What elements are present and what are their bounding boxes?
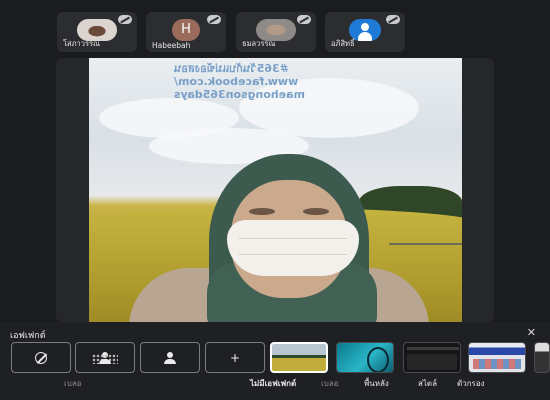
effect-category-label[interactable]: พื้นหลัง bbox=[364, 377, 389, 390]
mic-muted-icon bbox=[297, 15, 311, 24]
mic-muted-icon bbox=[118, 15, 132, 24]
effect-category-label[interactable]: สไตล์ bbox=[418, 377, 437, 390]
effect-thumb-none[interactable] bbox=[270, 342, 328, 373]
effect-category-label[interactable]: เบลอ bbox=[64, 377, 82, 390]
effects-title: เอฟเฟกต์ bbox=[10, 331, 46, 341]
blur-background-button[interactable] bbox=[75, 342, 135, 373]
participant-tile[interactable]: อภิสิทธิ์ bbox=[325, 12, 405, 52]
effect-thumb-more[interactable] bbox=[534, 342, 550, 373]
self-view-panel: #365วันกับแม่ฆ้องสอน www.facebook.com/ m… bbox=[56, 58, 494, 322]
watermark-line: www.facebook.com/ bbox=[174, 75, 299, 88]
no-effect-icon bbox=[35, 351, 47, 364]
person-eyebrow bbox=[303, 208, 329, 215]
effect-category-label[interactable]: เบลอ bbox=[321, 377, 339, 390]
mask-fold bbox=[239, 254, 347, 255]
mic-muted-icon bbox=[207, 15, 221, 24]
effect-thumb-background[interactable] bbox=[336, 342, 394, 373]
blur-person-icon bbox=[163, 351, 177, 364]
participant-name: โสภาวรรณ bbox=[63, 39, 100, 48]
participant-tile[interactable]: ธมลวรรณ bbox=[236, 12, 316, 52]
effect-thumb-filter[interactable] bbox=[468, 342, 526, 373]
effect-category-label[interactable]: ตัวกรอง bbox=[457, 377, 485, 390]
participant-name: อภิสิทธิ์ bbox=[331, 39, 355, 48]
mask-fold bbox=[239, 238, 347, 239]
fence bbox=[389, 243, 462, 245]
participant-tile[interactable]: H Habeebah bbox=[146, 12, 226, 52]
participant-tile[interactable]: โสภาวรรณ bbox=[57, 12, 137, 52]
close-icon[interactable]: ✕ bbox=[527, 326, 536, 339]
video-watermark: #365วันกับแม่ฆ้องสอน www.facebook.com/ m… bbox=[174, 62, 334, 101]
effect-thumb-style[interactable] bbox=[403, 342, 461, 373]
add-effect-button[interactable]: + bbox=[205, 342, 265, 373]
self-video: #365วันกับแม่ฆ้องสอน www.facebook.com/ m… bbox=[89, 58, 462, 322]
face-mask bbox=[227, 220, 359, 276]
participant-strip: โสภาวรรณ H Habeebah ธมลวรรณ อภิสิทธิ์ bbox=[0, 12, 550, 54]
blur-person-button[interactable] bbox=[140, 342, 200, 373]
blur-background-icon bbox=[92, 351, 118, 364]
participant-avatar: H bbox=[172, 19, 200, 41]
watermark-line: maehongson365days bbox=[174, 88, 306, 101]
no-effect-button[interactable] bbox=[11, 342, 71, 373]
participant-name: Habeebah bbox=[152, 41, 191, 50]
person-eyebrow bbox=[249, 208, 275, 215]
mic-muted-icon bbox=[386, 15, 400, 24]
effect-category-label-selected[interactable]: ไม่มีเอฟเฟกต์ bbox=[250, 377, 296, 390]
add-icon: + bbox=[229, 350, 241, 365]
participant-name: ธมลวรรณ bbox=[242, 39, 276, 48]
effects-panel: เอฟเฟกต์ ✕ + เบลอ ไม่มีเอฟเฟกต์ เบลอ พื้… bbox=[0, 322, 550, 400]
watermark-line: #365วันกับแม่ฆ้องสอน bbox=[174, 62, 289, 75]
